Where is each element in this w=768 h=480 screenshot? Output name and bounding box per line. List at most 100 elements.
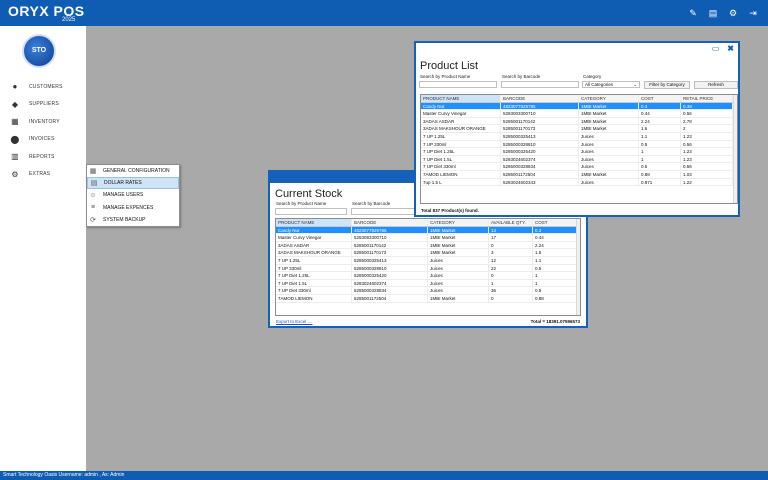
menu-item-manage-users[interactable]: ☺ MANAGE USERS [87,189,179,201]
table-cell: Juices [579,132,639,140]
table-cell: Juices [579,178,639,186]
dollar-icon: ▤ [90,180,98,188]
table-row[interactable]: Candy Nut 4823077929785 1MBI Market 0.3 0.39 [421,102,737,111]
sidebar-item-label: INVOICES [29,136,55,143]
status-bar: Smart Technology Oasis Username: admin ,… [0,471,768,480]
table-row[interactable]: 7 UP Diet 1.5L 5283024602374 Juices 1 1 [276,279,580,288]
table-cell: 0.56 [681,163,733,170]
column-header[interactable]: BARCODE [352,219,428,226]
export-excel-link[interactable]: Export to Excel .... [276,319,313,324]
table-cell: 7 UP Diet 1.25L [421,148,501,155]
table-row[interactable]: 3ADAS MAKSHOUR ORANGE 5285001170173 1MBI M… [421,125,737,133]
table-cell: 1MBI Market [579,110,639,117]
product-grid-scrollbar[interactable] [733,95,737,203]
table-cell: 1MBI Market [579,102,639,110]
menu-item-manage-expences[interactable]: ≡ MANAGE EXPENCES [87,202,179,214]
product-list-grid[interactable]: PRODUCT NAME BARCODE CATEGORY COST RETAI… [420,94,738,204]
table-row[interactable]: 7 UP Diet 1.25L 5285000325420 Juices 1 1.23 [421,148,737,156]
table-row[interactable]: 3ADAS MAKSHOUR ORANGE 5285001170173 1MBI M… [276,249,580,257]
stock-grid-scrollbar[interactable] [576,219,580,315]
column-header[interactable]: PRODUCT NAME [421,95,501,102]
table-cell: 3ADAS ASDAR [421,117,501,125]
refresh-button[interactable]: Refresh [694,81,738,89]
table-cell: 5285001170173 [352,249,428,256]
column-header[interactable]: BARCODE [501,95,579,102]
table-cell: 5285000325420 [501,148,579,155]
current-stock-title: Current Stock [275,188,343,200]
sidebar-item-extras[interactable]: ⚙ EXTRAS [0,166,86,184]
table-cell: 7 UP Diet 1.5L [421,155,501,163]
product-search-barcode-input[interactable] [501,81,579,88]
table-row[interactable]: 7 UP Diet 330ml 5285000328834 Juices 0.5 0.5… [421,163,737,171]
column-header[interactable]: CATEGORY [428,219,489,226]
stock-search-name-label: Search by Product Name [276,201,327,206]
product-search-barcode-label: Search by Barcode [502,74,541,79]
table-cell: Candy Nut [421,102,501,110]
table-cell: 1MBI Market [428,249,489,256]
stock-search-barcode-input[interactable] [351,208,423,215]
table-cell: 1.22 [681,178,733,186]
menu-item-dollar-rates[interactable]: ▤ DOLLAR RATES [87,177,179,190]
logout-icon[interactable]: ⇥ [748,8,758,18]
table-cell: 0.5 [533,287,577,294]
table-row[interactable]: 7 UP 1.25L 5285000325413 Juices 12 1.1 [276,256,580,265]
product-search-name-input[interactable] [419,81,497,88]
pen-icon[interactable]: ✎ [688,8,698,18]
current-stock-grid[interactable]: PRODUCT NAME BARCODE CATEGORY AVAILABLE … [275,218,581,316]
user-settings-icon[interactable]: ⚙ [728,8,738,18]
filter-by-category-button[interactable]: Filter by Category [644,81,690,89]
table-row[interactable]: 7 UP 1.25L 5285000325413 Juices 1.1 1.23 [421,132,737,141]
column-header[interactable]: PRODUCT NAME [276,219,352,226]
table-cell: 1MBI Market [428,241,489,249]
sidebar-item-reports[interactable]: ▥ REPORTS [0,148,86,166]
table-row[interactable]: 3ADAS ASDAR 5285001170142 1MBI Market 0 2.24 [276,241,580,250]
sidebar-item-inventory[interactable]: ▦ INVENTORY [0,113,86,131]
table-cell: 0.44 [533,234,577,241]
sidebar-item-suppliers[interactable]: ◆ SUPPLIERS [0,96,86,114]
app-header: ORYX POS 2025 ✎ ▤ ⚙ ⇥ [0,0,768,26]
table-row[interactable]: 7 UP Diet 1.25L 5285000325420 Juices 0 1 [276,272,580,280]
category-select[interactable]: All Categories ⌄ [582,81,640,88]
table-row[interactable]: 7 UP Diet 330ml 5285000328834 Juices 36 0.5 [276,287,580,295]
table-row[interactable]: Master Curvy Vinegar 5283003300710 1MBI Ma… [421,110,737,118]
table-row[interactable]: 7AMOD LIEMON 5285001172504 1MBI Market 0.88… [421,170,737,179]
file-icon[interactable]: ▤ [708,8,718,18]
table-cell: 1.23 [681,148,733,155]
close-icon[interactable]: ✖ [727,44,734,53]
table-cell: Juices [579,163,639,170]
column-header[interactable]: AVAILABLE QTY. [489,219,533,226]
sidebar-item-customers[interactable]: ● CUSTOMERS [0,78,86,96]
table-cell: Candy Nut [276,226,352,234]
table-row[interactable]: 3ADAS ASDAR 5285001170142 1MBI Market 2.24 2… [421,117,737,126]
stock-search-name-input[interactable] [275,208,347,215]
table-row[interactable]: Candy Nut 4823077929785 1MBI Market 13 0.3 [276,226,580,235]
table-row[interactable]: 7 UP 330ml 5285000328810 Juices 0.5 0.56 [421,140,737,149]
table-row[interactable]: 7 UP Diet 1.5L 5283024602374 Juices 1 1.23 [421,155,737,164]
table-cell: 0.39 [681,102,733,110]
product-list-window: ▭ ✖ Product List Search by Product Name … [414,41,740,217]
menu-item-general-configuration[interactable]: ▦ GENERAL CONFIGURATION [87,165,179,177]
table-row[interactable]: Master Curvy Vinegar 5283083300710 1MBI Ma… [276,234,580,242]
product-list-titlebar[interactable]: ▭ ✖ [416,43,738,54]
column-header[interactable]: RETAIL PRICE [681,95,733,102]
table-row[interactable]: 7 UP 330ml 5285000328810 Juices 22 0.5 [276,264,580,273]
table-cell: 7 UP 1.25L [421,132,501,140]
table-cell: 5283083300710 [352,234,428,241]
column-header[interactable]: COST [639,95,681,102]
company-logo: STO [22,34,56,68]
table-cell: 5283024602343 [501,178,579,186]
table-cell: 1.23 [681,132,733,140]
table-row[interactable]: 7AMOD LIEMON 5285001172504 1MBI Market 0 0.8… [276,294,580,303]
table-cell: 1 [533,272,577,279]
column-header[interactable]: COST [533,219,577,226]
table-cell: 0.88 [639,170,681,178]
menu-item-label: MANAGE USERS [103,192,144,199]
column-header[interactable]: CATEGORY [579,95,639,102]
minimize-icon[interactable]: ▭ [712,44,720,53]
menu-item-system-backup[interactable]: ⟳ SYSTEM BACKUP [87,214,179,226]
table-cell: 0.5 [533,264,577,272]
table-cell: 1 [639,155,681,163]
sidebar-item-invoices[interactable]: ⬤ INVOICES [0,131,86,149]
table-row[interactable]: 7up 1.5 L 5283024602343 Juices 0.971 1.22 [421,178,737,187]
product-search-name-label: Search by Product Name [420,74,471,79]
